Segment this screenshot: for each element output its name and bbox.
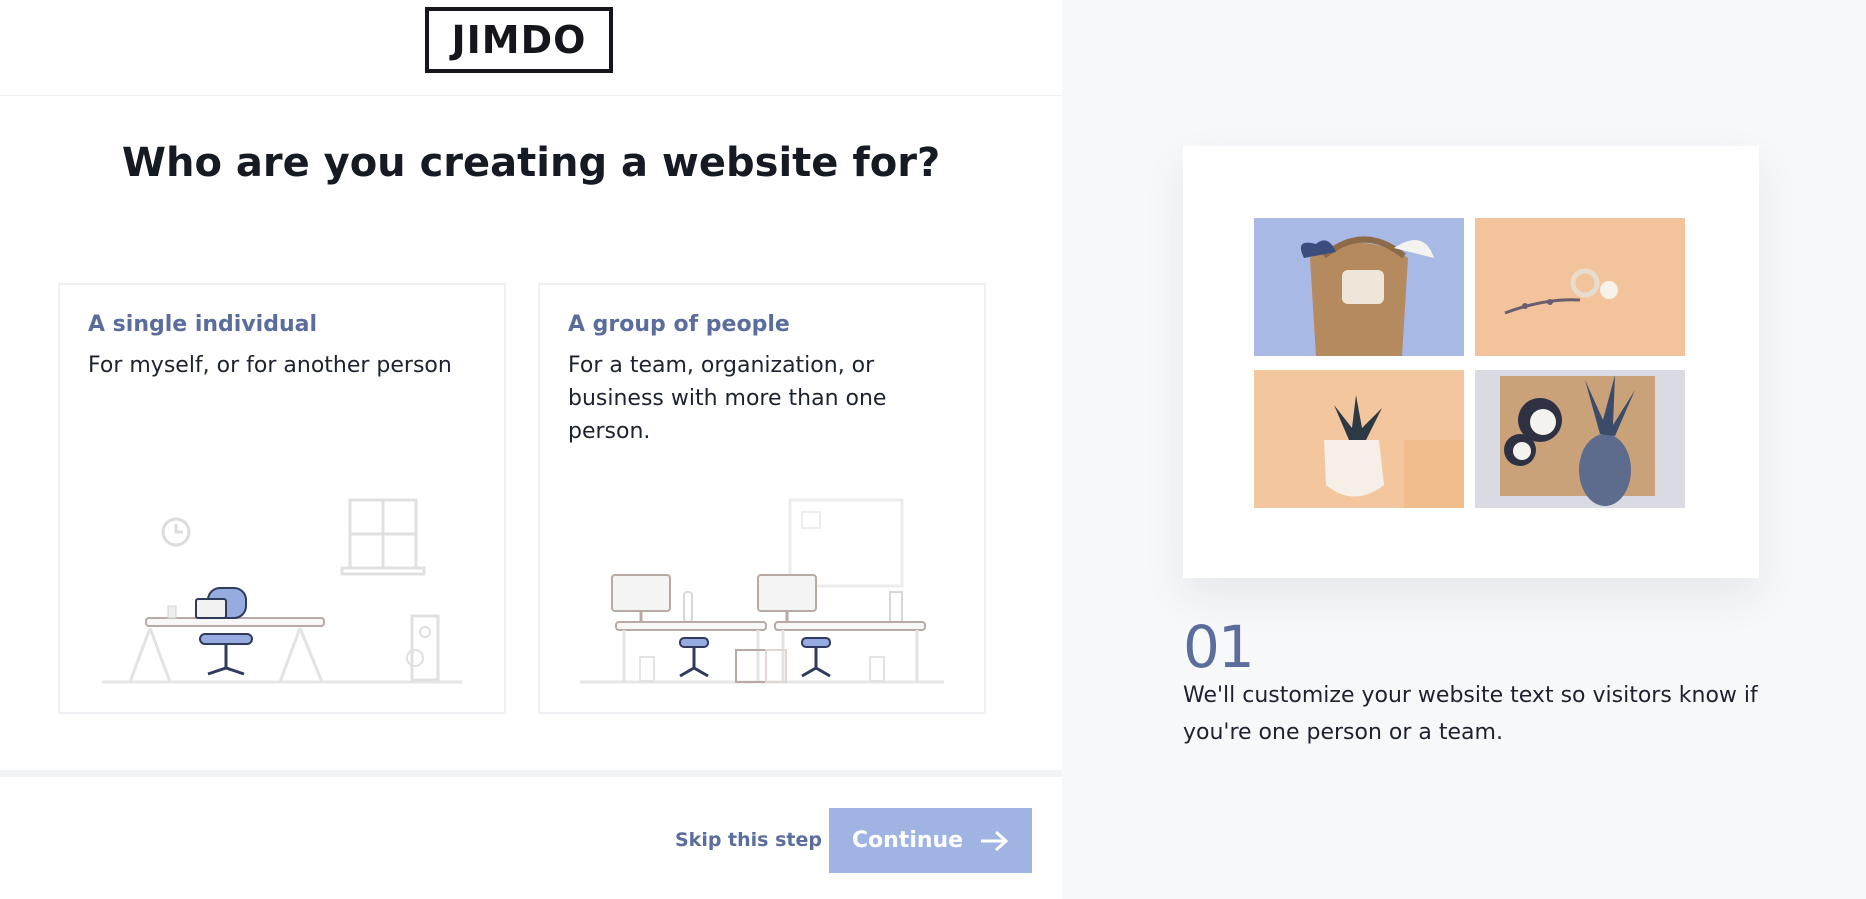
- option-single-individual[interactable]: A single individual For myself, or for a…: [58, 283, 506, 714]
- continue-label: Continue: [851, 828, 964, 853]
- single-desk-illustration: [102, 498, 462, 684]
- option-title: A group of people: [568, 312, 790, 337]
- page-title: Who are you creating a website for?: [121, 140, 941, 186]
- jewelry-photo: [1475, 218, 1685, 356]
- website-preview: [1183, 146, 1759, 578]
- arrow-right-icon: [981, 830, 1009, 851]
- plant-vase-photo: [1254, 370, 1464, 508]
- info-panel: 01 We'll customize your website text so …: [1062, 0, 1866, 899]
- option-description: For myself, or for another person: [88, 353, 452, 378]
- header: JIMDO: [0, 0, 1062, 96]
- option-title: A single individual: [88, 312, 318, 337]
- option-description: For a team, organization, or business wi…: [568, 353, 887, 444]
- skip-step-link[interactable]: Skip this step: [675, 829, 822, 851]
- pineapple-coconut-photo: [1475, 370, 1685, 508]
- team-desks-illustration: [580, 498, 944, 684]
- form-panel: JIMDO Who are you creating a website for…: [0, 0, 1062, 899]
- footer-divider: [0, 770, 1062, 777]
- jimdo-logo[interactable]: JIMDO: [425, 7, 613, 73]
- option-group-of-people[interactable]: A group of people For a team, organizati…: [538, 283, 986, 714]
- step-description: We'll customize your website text so vis…: [1183, 683, 1758, 745]
- basket-photo: [1254, 218, 1464, 356]
- step-number: 01: [1183, 613, 1255, 681]
- continue-button[interactable]: Continue: [829, 808, 1032, 873]
